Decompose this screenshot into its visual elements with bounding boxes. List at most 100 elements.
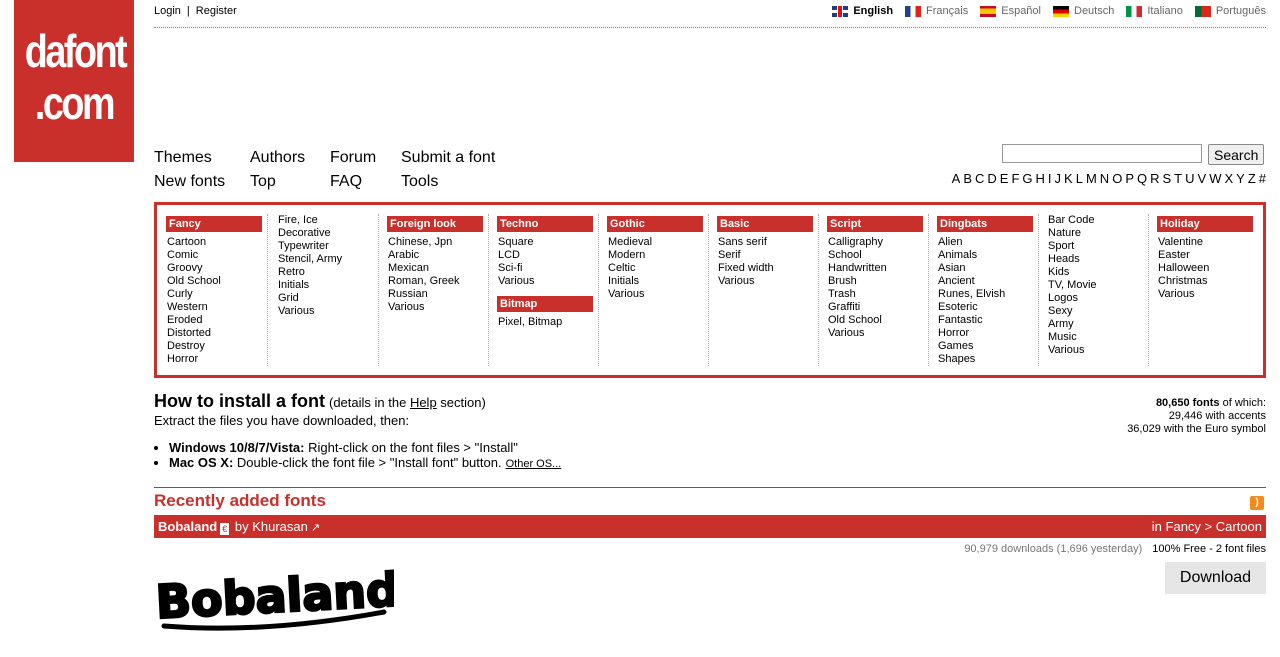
cat-item[interactable]: Decorative xyxy=(278,227,378,240)
cat-item[interactable]: Sport xyxy=(1048,240,1148,253)
help-link[interactable]: Help xyxy=(410,395,437,410)
cat-item[interactable]: Western xyxy=(167,301,267,314)
cat-heading-techno[interactable]: Techno xyxy=(497,216,593,232)
alpha-link[interactable]: # xyxy=(1259,171,1266,186)
cat-item[interactable]: Various xyxy=(388,301,488,314)
cat-item[interactable]: Sci-fi xyxy=(498,262,598,275)
cat-item[interactable]: Pixel, Bitmap xyxy=(498,316,598,329)
cat-item[interactable]: Christmas xyxy=(1158,275,1258,288)
cat-item[interactable]: Initials xyxy=(278,279,378,292)
cat-item[interactable]: Fixed width xyxy=(718,262,818,275)
cat-item[interactable]: Animals xyxy=(938,249,1038,262)
search-button[interactable]: Search xyxy=(1208,144,1265,165)
font-name-link[interactable]: Bobaland xyxy=(158,519,217,534)
cat-item[interactable]: Old School xyxy=(167,275,267,288)
cat-item[interactable]: Horror xyxy=(938,327,1038,340)
lang-francais[interactable]: Français xyxy=(905,5,968,17)
lang-italiano[interactable]: Italiano xyxy=(1126,5,1183,17)
font-preview[interactable]: Bobaland! xyxy=(153,560,422,639)
alpha-link[interactable]: X xyxy=(1224,171,1233,186)
alpha-link[interactable]: J xyxy=(1055,171,1062,186)
cat-item[interactable]: Army xyxy=(1048,318,1148,331)
cat-item[interactable]: Sans serif xyxy=(718,236,818,249)
cat-item[interactable]: Mexican xyxy=(388,262,488,275)
cat-item[interactable]: Logos xyxy=(1048,292,1148,305)
cat-item[interactable]: Valentine xyxy=(1158,236,1258,249)
cat-heading-basic[interactable]: Basic xyxy=(717,216,813,232)
cat-item[interactable]: Easter xyxy=(1158,249,1258,262)
alpha-link[interactable]: P xyxy=(1125,171,1134,186)
cat-heading-fancy[interactable]: Fancy xyxy=(166,216,262,232)
cat-item[interactable]: Arabic xyxy=(388,249,488,262)
login-link[interactable]: Login xyxy=(154,5,181,17)
alpha-link[interactable]: A xyxy=(952,171,961,186)
cat-item[interactable]: Various xyxy=(608,288,708,301)
alpha-link[interactable]: M xyxy=(1086,171,1097,186)
cat-item[interactable]: Various xyxy=(1158,288,1258,301)
alpha-link[interactable]: Q xyxy=(1137,171,1147,186)
cat-item[interactable]: Alien xyxy=(938,236,1038,249)
nav-forum[interactable]: Forum xyxy=(330,146,376,170)
cat-item[interactable]: Calligraphy xyxy=(828,236,928,249)
alpha-link[interactable]: C xyxy=(975,171,984,186)
cat-item[interactable]: Comic xyxy=(167,249,267,262)
alpha-link[interactable]: D xyxy=(987,171,996,186)
alpha-link[interactable]: N xyxy=(1100,171,1109,186)
cat-item[interactable]: Russian xyxy=(388,288,488,301)
cat-item[interactable]: Bar Code xyxy=(1048,214,1148,227)
cat-item[interactable]: Asian xyxy=(938,262,1038,275)
font-author-link[interactable]: Khurasan xyxy=(252,519,308,534)
search-input[interactable] xyxy=(1002,144,1202,163)
cat-item[interactable]: School xyxy=(828,249,928,262)
cat-item[interactable]: Fire, Ice xyxy=(278,214,378,227)
cat-item[interactable]: Destroy xyxy=(167,340,267,353)
nav-faq[interactable]: FAQ xyxy=(330,170,376,194)
nav-submit-font[interactable]: Submit a font xyxy=(401,146,495,170)
cat-item[interactable]: Various xyxy=(498,275,598,288)
alpha-link[interactable]: U xyxy=(1185,171,1194,186)
alpha-link[interactable]: L xyxy=(1076,171,1083,186)
nav-tools[interactable]: Tools xyxy=(401,170,495,194)
cat-item[interactable]: Shapes xyxy=(938,353,1038,366)
cat-item[interactable]: Runes, Elvish xyxy=(938,288,1038,301)
cat-item[interactable]: Old School xyxy=(828,314,928,327)
cat-item[interactable]: Grid xyxy=(278,292,378,305)
cat-item[interactable]: Chinese, Jpn xyxy=(388,236,488,249)
alpha-link[interactable]: W xyxy=(1209,171,1221,186)
alpha-link[interactable]: Z xyxy=(1248,171,1256,186)
cat-item[interactable]: LCD xyxy=(498,249,598,262)
cat-item[interactable]: Curly xyxy=(167,288,267,301)
cat-item[interactable]: Initials xyxy=(608,275,708,288)
alpha-link[interactable]: G xyxy=(1022,171,1032,186)
cat-heading-foreign-look[interactable]: Foreign look xyxy=(387,216,483,232)
alpha-link[interactable]: E xyxy=(1000,171,1009,186)
register-link[interactable]: Register xyxy=(196,5,237,17)
cat-item[interactable]: Sexy xyxy=(1048,305,1148,318)
lang-espanol[interactable]: Español xyxy=(980,5,1041,17)
cat-item[interactable]: Trash xyxy=(828,288,928,301)
cat-heading-script[interactable]: Script xyxy=(827,216,923,232)
alpha-link[interactable]: R xyxy=(1150,171,1159,186)
alpha-link[interactable]: H xyxy=(1036,171,1045,186)
cat-item[interactable]: Nature xyxy=(1048,227,1148,240)
cat-item[interactable]: Fantastic xyxy=(938,314,1038,327)
cat-item[interactable]: Stencil, Army xyxy=(278,253,378,266)
cat-heading-gothic[interactable]: Gothic xyxy=(607,216,703,232)
nav-top[interactable]: Top xyxy=(250,170,305,194)
cat-item[interactable]: Heads xyxy=(1048,253,1148,266)
alpha-link[interactable]: O xyxy=(1112,171,1122,186)
cat-item[interactable]: Esoteric xyxy=(938,301,1038,314)
cat-item[interactable]: Various xyxy=(278,305,378,318)
cat-item[interactable]: Medieval xyxy=(608,236,708,249)
cat-item[interactable]: Various xyxy=(718,275,818,288)
alpha-link[interactable]: S xyxy=(1163,171,1172,186)
cat-item[interactable]: Eroded xyxy=(167,314,267,327)
cat-item[interactable]: Retro xyxy=(278,266,378,279)
cat-item[interactable]: Brush xyxy=(828,275,928,288)
cat-item[interactable]: Kids xyxy=(1048,266,1148,279)
other-os-link[interactable]: Other OS... xyxy=(506,458,562,470)
cat-item[interactable]: Various xyxy=(1048,344,1148,357)
alpha-link[interactable]: Y xyxy=(1236,171,1245,186)
cat-item[interactable]: Distorted xyxy=(167,327,267,340)
cat-item[interactable]: Roman, Greek xyxy=(388,275,488,288)
